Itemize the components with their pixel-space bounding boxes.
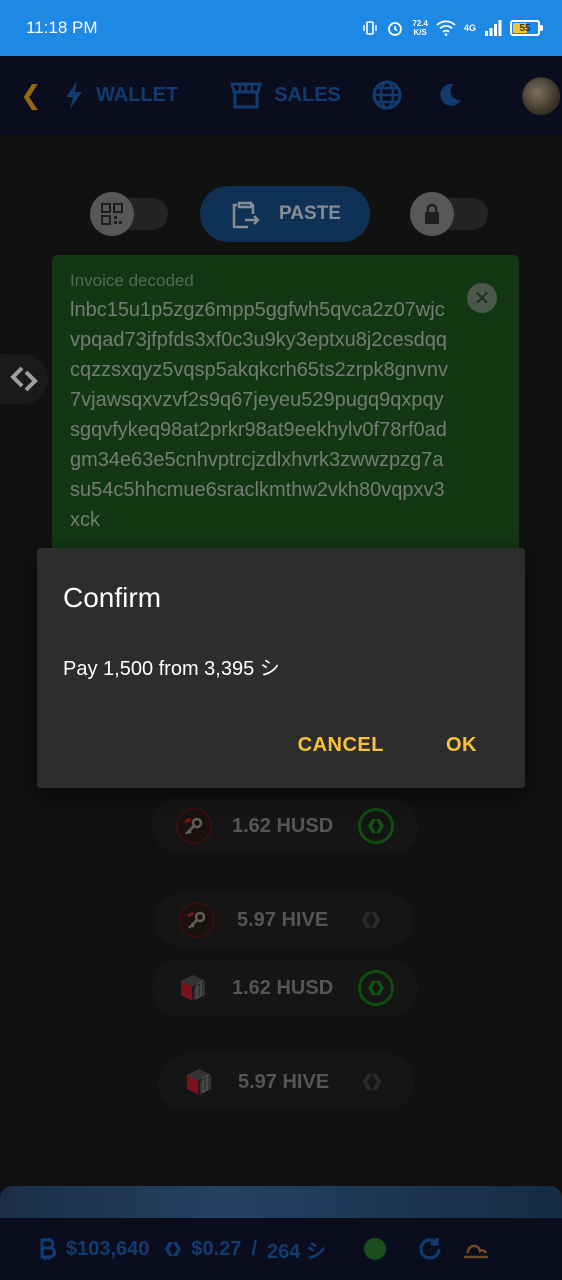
status-bar: 11:18 PM 72.4 K/S 4G 55 (0, 0, 562, 56)
ok-button[interactable]: OK (446, 734, 477, 757)
signal-icon (485, 20, 502, 36)
status-time: 11:18 PM (26, 18, 98, 37)
battery-level: 55 (519, 22, 531, 34)
dialog-actions: CANCEL OK (298, 734, 477, 757)
battery-icon: 55 (510, 20, 543, 36)
cancel-button[interactable]: CANCEL (298, 734, 384, 757)
wifi-icon (436, 20, 456, 36)
dialog-title: Confirm (63, 582, 162, 613)
network-type: 4G (463, 23, 476, 33)
speed-unit: K/S (413, 28, 427, 37)
speed-value: 72.4 (412, 19, 428, 28)
vibrate-icon (363, 21, 378, 35)
alarm-icon (388, 22, 403, 36)
confirm-dialog: Confirm Pay 1,500 from 3,395 シ CANCEL OK (37, 548, 525, 788)
network-speed: 72.4 K/S (412, 19, 428, 37)
dialog-message: Pay 1,500 from 3,395 シ (63, 658, 280, 680)
status-icons: 72.4 K/S 4G 55 (362, 19, 543, 37)
